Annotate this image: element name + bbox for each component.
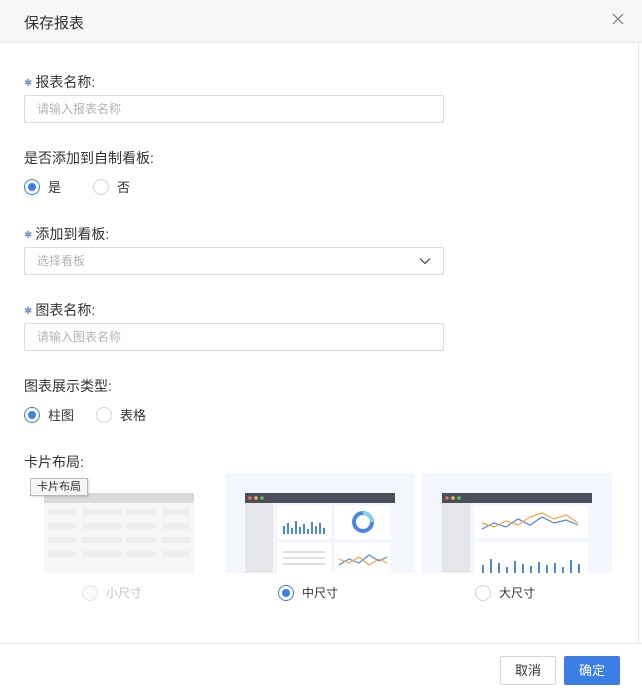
required-star-icon: ✱ (24, 230, 33, 241)
card-layout-label: 卡片布局: (24, 454, 84, 470)
board-select[interactable]: 选择看板 (24, 247, 444, 275)
add-to-board-label: 是否添加到自制看板: (24, 150, 154, 166)
dialog-header: 保存报表 (0, 0, 642, 43)
scrollbar[interactable] (638, 43, 642, 643)
chart-name-input[interactable] (24, 323, 444, 351)
board-label: ✱ 添加到看板: (24, 226, 110, 242)
radio-option-no[interactable]: 否 (93, 177, 130, 196)
required-star-icon: ✱ (24, 306, 33, 317)
chevron-down-icon (419, 257, 431, 265)
dialog-title: 保存报表 (24, 15, 85, 32)
card-thumbnail-large[interactable] (422, 473, 612, 573)
chart-type-label: 图表展示类型: (24, 378, 112, 394)
required-star-icon: ✱ (24, 78, 33, 89)
radio-small[interactable] (82, 584, 98, 601)
confirm-button[interactable]: 确定 (564, 656, 620, 685)
chart-type-radio-group: 柱图 表格 (24, 405, 172, 424)
radio-option-bar[interactable]: 柱图 (24, 405, 74, 424)
radio-table[interactable] (96, 406, 113, 423)
radio-large[interactable] (475, 584, 491, 601)
radio-option-yes[interactable]: 是 (24, 177, 61, 196)
card-thumbnail-medium[interactable] (225, 473, 415, 573)
radio-yes[interactable] (24, 178, 40, 195)
card-layout-tooltip: 卡片布局 (30, 478, 88, 496)
report-name-label: ✱ 报表名称: (24, 74, 96, 90)
add-to-board-radio-group: 是 否 (24, 177, 156, 196)
board-select-placeholder: 选择看板 (37, 254, 86, 268)
report-name-input[interactable] (24, 95, 444, 123)
chart-name-label: ✱ 图表名称: (24, 302, 96, 318)
cancel-button[interactable]: 取消 (500, 656, 556, 685)
card-option-small[interactable]: 小尺寸 (82, 584, 142, 601)
radio-no[interactable] (93, 178, 110, 195)
save-report-dialog: 保存报表 ✱报表名称: 是否添加到自制看板: 是 否 ✱添加到看板: 选择看板 … (0, 0, 642, 695)
card-option-large[interactable]: 大尺寸 (475, 584, 535, 601)
close-icon[interactable] (610, 11, 626, 27)
radio-medium[interactable] (278, 584, 294, 601)
radio-option-table[interactable]: 表格 (96, 405, 146, 424)
radio-bar[interactable] (24, 406, 40, 423)
card-option-medium[interactable]: 中尺寸 (278, 584, 338, 601)
